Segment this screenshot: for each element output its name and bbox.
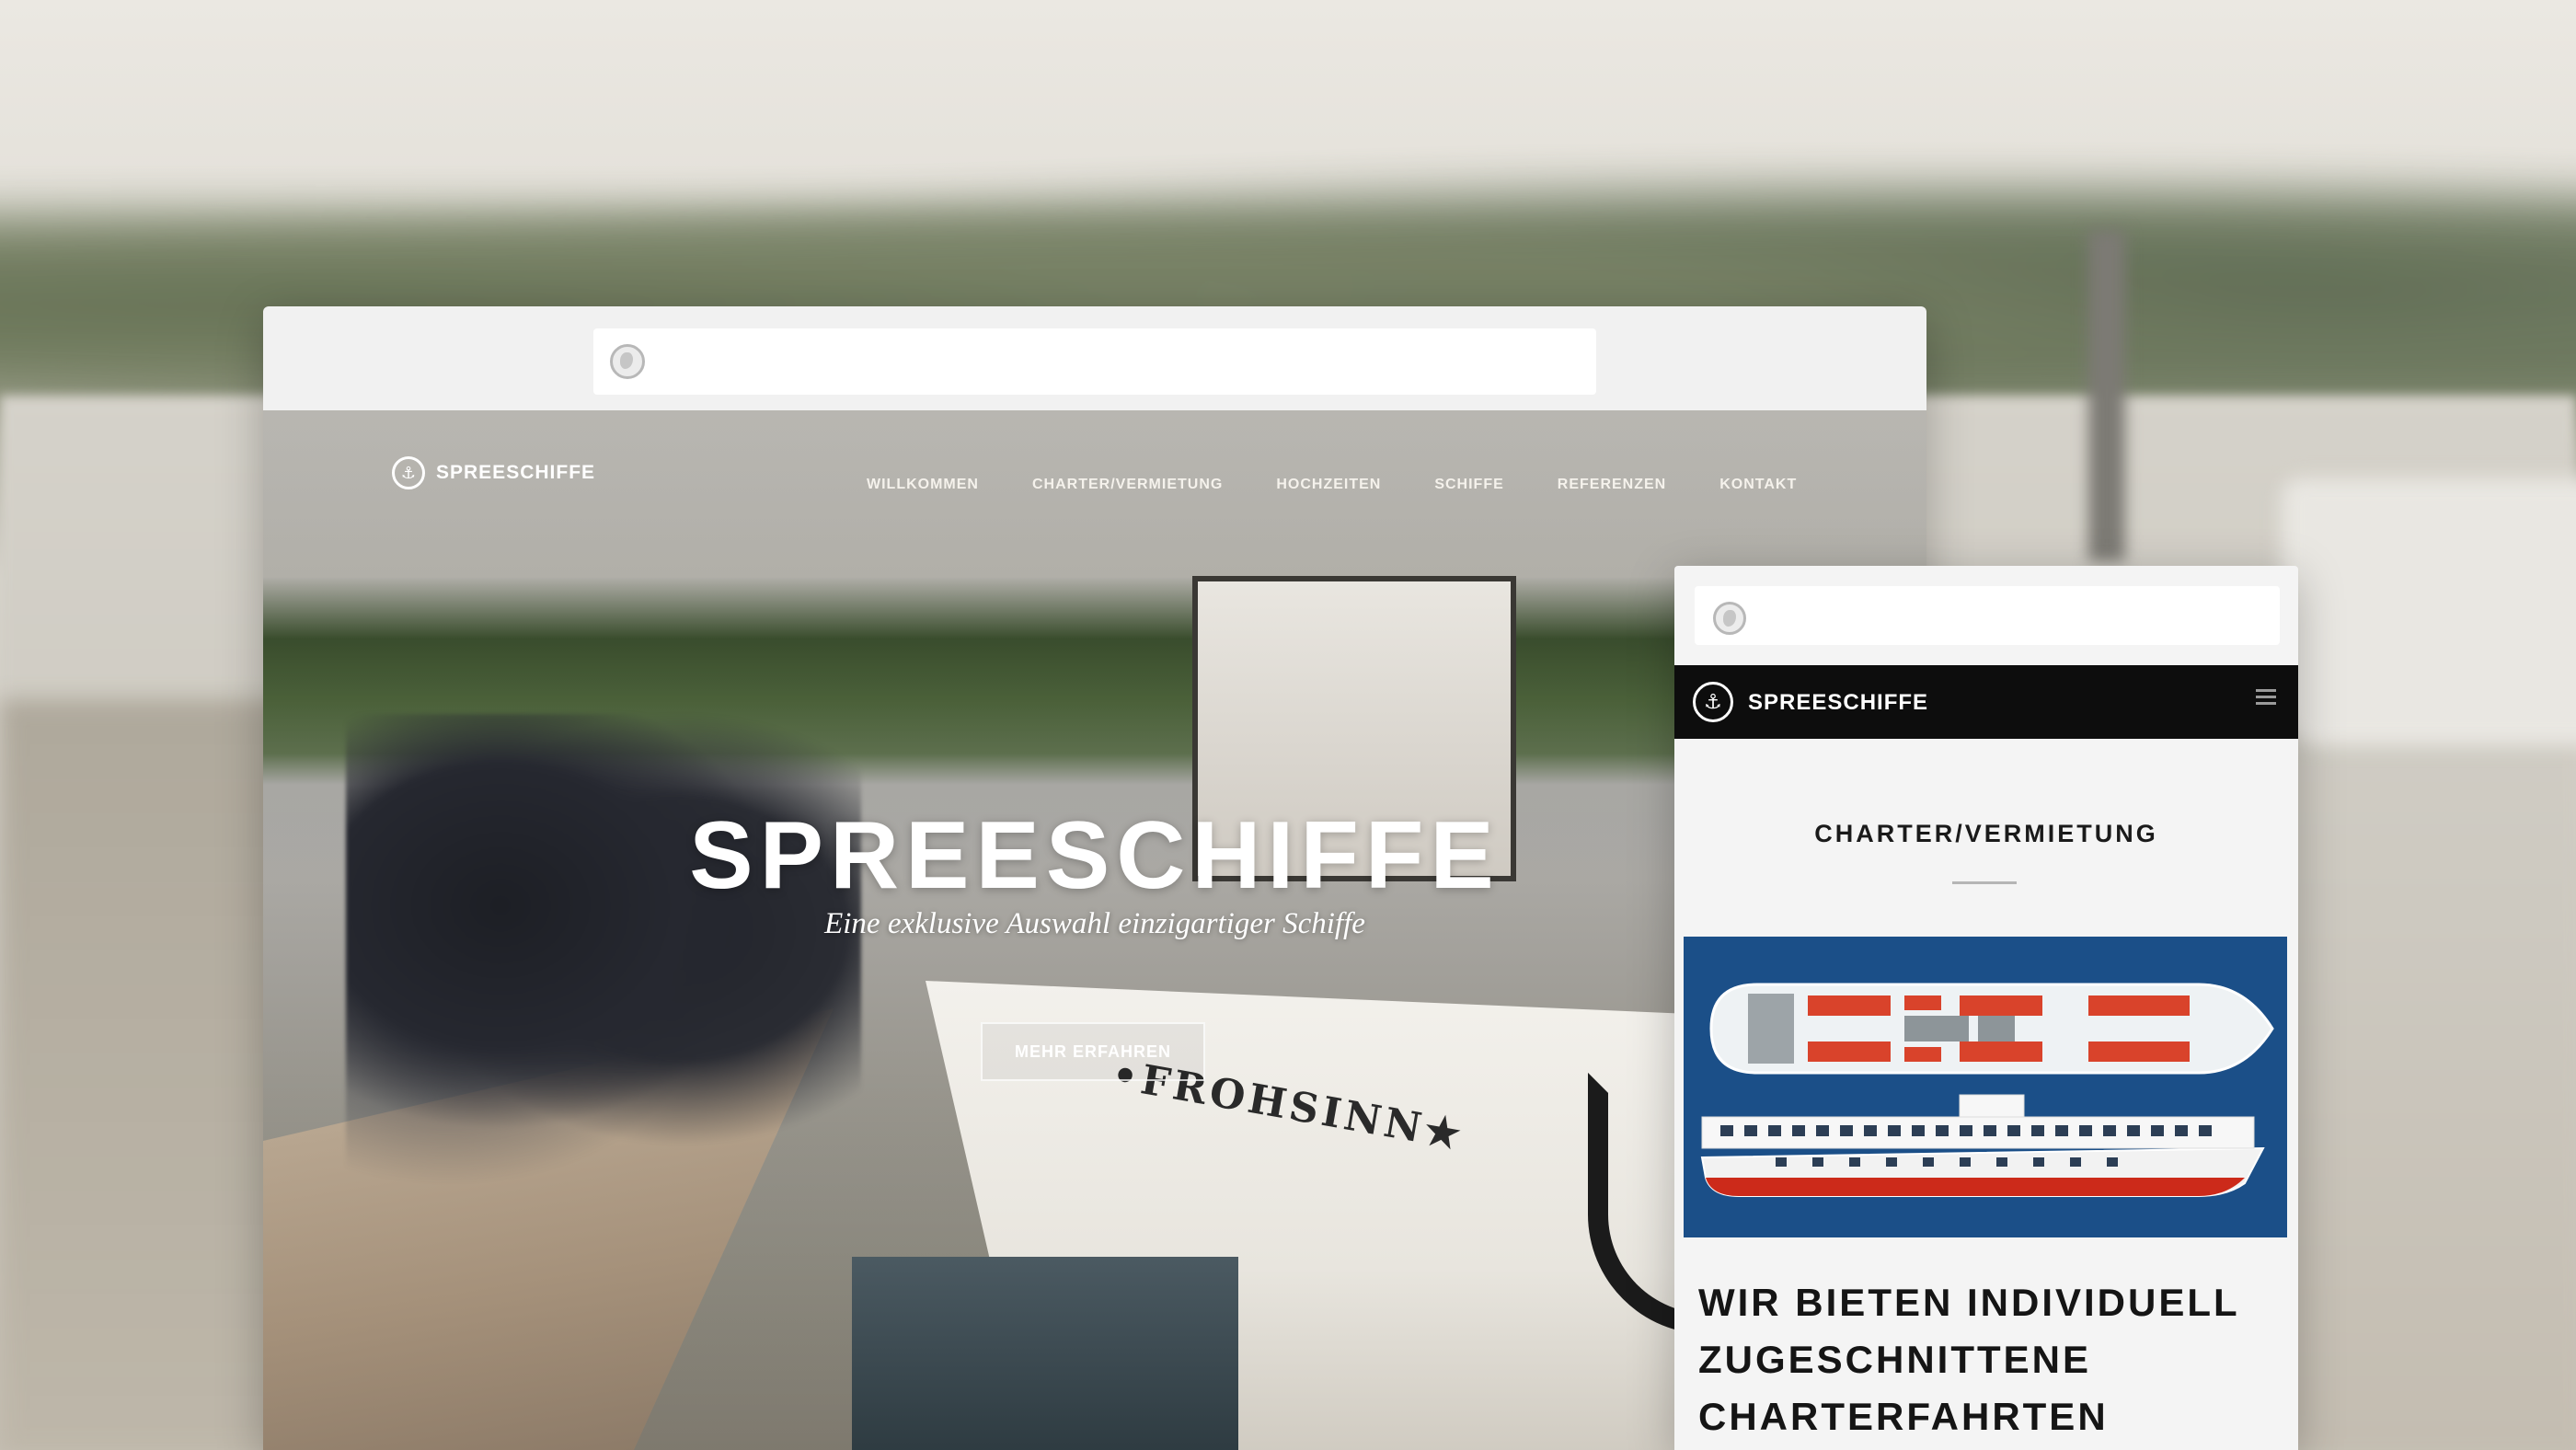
mehr-erfahren-button[interactable]: MEHR ERFAHREN <box>981 1022 1205 1081</box>
photo-crowd <box>346 714 861 1192</box>
mobile-header: ⚓ SPREESCHIFFE <box>1674 665 2298 739</box>
background-mast <box>2088 230 2125 561</box>
nav-item-kontakt[interactable]: KONTAKT <box>1719 477 1797 493</box>
mobile-address-bar[interactable] <box>1695 586 2280 645</box>
nav-item-hochzeiten[interactable]: HOCHZEITEN <box>1276 477 1381 493</box>
mobile-browser-window: ⚓ SPREESCHIFFE CHARTER/VERMIETUNG WIR BI… <box>1674 566 2298 1450</box>
nav-item-willkommen[interactable]: WILLKOMMEN <box>867 477 979 493</box>
mobile-section-title: CHARTER/VERMIETUNG <box>1814 820 2158 847</box>
nav-item-referenzen[interactable]: REFERENZEN <box>1558 477 1666 493</box>
address-bar[interactable] <box>593 328 1596 395</box>
background-boat <box>2282 478 2576 745</box>
site-logo[interactable]: ⚓ SPREESCHIFFE <box>392 456 595 489</box>
mobile-brand-name[interactable]: SPREESCHIFFE <box>1748 690 1928 716</box>
anchor-icon[interactable]: ⚓ <box>1693 682 1733 722</box>
section-divider <box>1952 881 2017 884</box>
hamburger-icon[interactable] <box>2256 689 2276 706</box>
globe-icon <box>1713 602 1746 635</box>
nav-item-schiffe[interactable]: SCHIFFE <box>1434 477 1503 493</box>
anchor-icon: ⚓ <box>392 456 425 489</box>
mobile-headline: WIR BIETEN INDIVIDUELL ZUGESCHNITTENE CH… <box>1698 1281 2239 1438</box>
main-navigation: WILLKOMMEN CHARTER/VERMIETUNG HOCHZEITEN… <box>867 477 1797 493</box>
site-brand-name: SPREESCHIFFE <box>436 462 596 483</box>
globe-icon <box>610 344 645 379</box>
photo-water <box>852 1257 1238 1450</box>
ship-deck-plan <box>1684 937 2287 1237</box>
nav-item-charter[interactable]: CHARTER/VERMIETUNG <box>1032 477 1223 493</box>
